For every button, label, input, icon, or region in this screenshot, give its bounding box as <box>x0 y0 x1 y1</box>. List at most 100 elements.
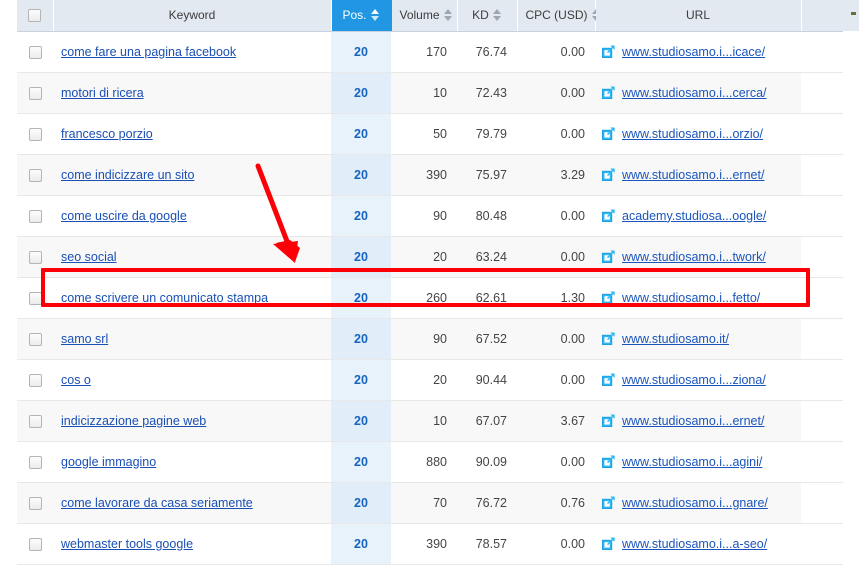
row-checkbox[interactable] <box>28 291 42 305</box>
url-link[interactable]: www.studiosamo.i...agini/ <box>622 455 762 469</box>
cpc-cell: 0.00 <box>517 318 595 360</box>
kd-cell: 90.44 <box>457 359 517 401</box>
row-checkbox[interactable] <box>28 414 42 428</box>
row-select-cell[interactable] <box>17 113 53 155</box>
column-header-pos[interactable]: Pos. <box>331 0 392 32</box>
keyword-cell: samo srl <box>53 318 331 360</box>
row-select-cell[interactable] <box>17 195 53 237</box>
url-link[interactable]: academy.studiosa...oogle/ <box>622 209 766 223</box>
table-row[interactable]: samo srl 20 90 67.52 0.00 www.studiosamo.it/ <box>17 318 843 360</box>
row-checkbox[interactable] <box>28 455 42 469</box>
row-select-cell[interactable] <box>17 154 53 196</box>
sort-arrows-icon[interactable] <box>492 8 502 22</box>
column-header-overflow[interactable] <box>801 0 843 32</box>
keyword-cell: come uscire da google <box>53 195 331 237</box>
row-checkbox[interactable] <box>28 332 42 346</box>
keyword-link[interactable]: webmaster tools google <box>61 537 193 551</box>
url-link[interactable]: www.studiosamo.i...ernet/ <box>622 168 764 182</box>
volume-cell: 260 <box>391 277 457 319</box>
keyword-cell: come indicizzare un sito <box>53 154 331 196</box>
table-row[interactable]: google immagino 20 880 90.09 0.00 www.studios… <box>17 441 843 483</box>
row-select-cell[interactable] <box>17 277 53 319</box>
keyword-link[interactable]: come scrivere un comunicato stampa <box>61 291 268 305</box>
column-header-volume[interactable]: Volume <box>391 0 458 32</box>
column-header-cpc[interactable]: CPC (USD) <box>517 0 600 32</box>
url-link[interactable]: www.studiosamo.i...ernet/ <box>622 414 764 428</box>
keyword-link[interactable]: indicizzazione pagine web <box>61 414 206 428</box>
sort-arrows-icon[interactable] <box>370 8 380 22</box>
row-select-cell[interactable] <box>17 441 53 483</box>
table-row[interactable]: motori di ricera 20 10 72.43 0.00 www.studios… <box>17 72 843 114</box>
select-all-checkbox[interactable] <box>28 9 42 23</box>
keyword-link[interactable]: come lavorare da casa seriamente <box>61 496 253 510</box>
position-cell: 20 <box>331 31 391 73</box>
row-checkbox[interactable] <box>28 209 42 223</box>
table-row[interactable]: come indicizzare un sito 20 390 75.97 3.29 ww… <box>17 154 843 196</box>
url-link[interactable]: www.studiosamo.i...cerca/ <box>622 86 767 100</box>
table-row[interactable]: come scrivere un comunicato stampa 20 260 6… <box>17 277 843 319</box>
keyword-link[interactable]: francesco porzio <box>61 127 153 141</box>
row-select-cell[interactable] <box>17 72 53 114</box>
external-link-icon <box>602 127 615 140</box>
external-link-icon <box>602 168 615 181</box>
url-link[interactable]: www.studiosamo.i...orzio/ <box>622 127 763 141</box>
row-checkbox[interactable] <box>28 45 42 59</box>
url-link[interactable]: www.studiosamo.i...gnare/ <box>622 496 768 510</box>
row-overflow-cell <box>801 400 843 442</box>
column-header-url[interactable]: URL <box>595 0 802 32</box>
column-header-kd[interactable]: KD <box>457 0 518 32</box>
table-row[interactable]: francesco porzio 20 50 79.79 0.00 www.studios… <box>17 113 843 155</box>
table-row[interactable]: cos o 20 20 90.44 0.00 www.studiosamo.i...zio… <box>17 359 843 401</box>
row-select-cell[interactable] <box>17 400 53 442</box>
row-checkbox[interactable] <box>28 127 42 141</box>
volume-cell: 390 <box>391 523 457 565</box>
row-select-cell[interactable] <box>17 523 53 565</box>
url-link[interactable]: www.studiosamo.i...twork/ <box>622 250 766 264</box>
row-overflow-cell <box>801 277 843 319</box>
row-checkbox[interactable] <box>28 373 42 387</box>
url-link[interactable]: www.studiosamo.i...icace/ <box>622 45 765 59</box>
table-row[interactable]: come uscire da google 20 90 80.48 0.00 academ… <box>17 195 843 237</box>
position-cell: 20 <box>331 318 391 360</box>
cpc-cell: 0.00 <box>517 236 595 278</box>
url-cell: www.studiosamo.i...ernet/ <box>595 154 801 196</box>
sort-arrows-icon[interactable] <box>443 8 453 22</box>
cpc-cell: 0.00 <box>517 195 595 237</box>
column-header-keyword[interactable]: Keyword <box>53 0 332 32</box>
keyword-link[interactable]: come indicizzare un sito <box>61 168 194 182</box>
keyword-link[interactable]: cos o <box>61 373 91 387</box>
table-row[interactable]: come fare una pagina facebook 20 170 76.74 0… <box>17 31 843 73</box>
keyword-link[interactable]: come uscire da google <box>61 209 187 223</box>
table-row[interactable]: webmaster tools google 20 390 78.57 0.00 www.… <box>17 523 843 565</box>
table-row[interactable]: come lavorare da casa seriamente 20 70 76.7… <box>17 482 843 524</box>
position-cell: 20 <box>331 72 391 114</box>
row-select-cell[interactable] <box>17 359 53 401</box>
row-checkbox[interactable] <box>28 496 42 510</box>
select-all-header[interactable] <box>17 0 54 32</box>
keyword-cell: seo social <box>53 236 331 278</box>
row-select-cell[interactable] <box>17 482 53 524</box>
url-link[interactable]: www.studiosamo.i...fetto/ <box>622 291 760 305</box>
table-row[interactable]: seo social 20 20 63.24 0.00 www.studiosamo.i.… <box>17 236 843 278</box>
cpc-cell: 0.00 <box>517 441 595 483</box>
keyword-link[interactable]: come fare una pagina facebook <box>61 45 236 59</box>
url-cell: www.studiosamo.i...a-seo/ <box>595 523 801 565</box>
table-row[interactable]: indicizzazione pagine web 20 10 67.07 3.67 ww… <box>17 400 843 442</box>
row-checkbox[interactable] <box>28 537 42 551</box>
row-select-cell[interactable] <box>17 236 53 278</box>
keyword-link[interactable]: google immagino <box>61 455 156 469</box>
row-checkbox[interactable] <box>28 86 42 100</box>
url-link[interactable]: www.studiosamo.it/ <box>622 332 729 346</box>
url-link[interactable]: www.studiosamo.i...ziona/ <box>622 373 766 387</box>
cpc-cell: 0.00 <box>517 523 595 565</box>
row-select-cell[interactable] <box>17 31 53 73</box>
row-overflow-cell <box>801 236 843 278</box>
url-link[interactable]: www.studiosamo.i...a-seo/ <box>622 537 767 551</box>
keyword-link[interactable]: seo social <box>61 250 117 264</box>
row-checkbox[interactable] <box>28 250 42 264</box>
row-select-cell[interactable] <box>17 318 53 360</box>
keyword-link[interactable]: motori di ricera <box>61 86 144 100</box>
row-checkbox[interactable] <box>28 168 42 182</box>
position-cell: 20 <box>331 277 391 319</box>
keyword-link[interactable]: samo srl <box>61 332 108 346</box>
